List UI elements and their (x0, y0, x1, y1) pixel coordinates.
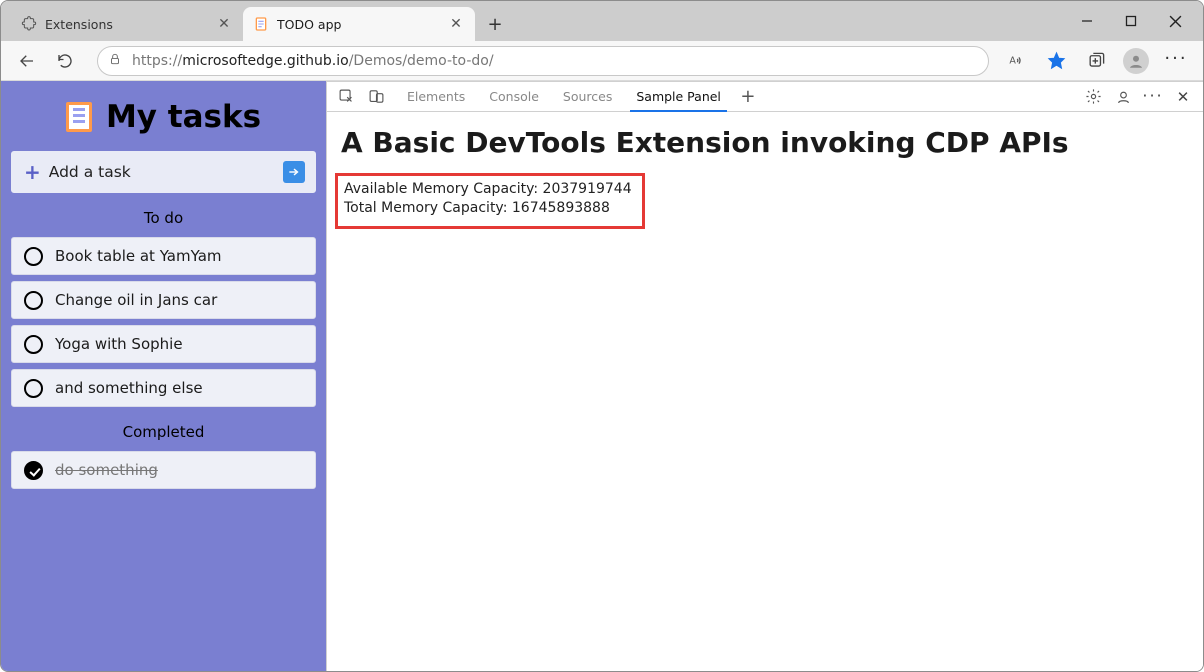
read-aloud-icon[interactable]: A (999, 45, 1033, 77)
devtools-right-icons: ··· ✕ (1079, 82, 1203, 111)
devtools-more-tabs-button[interactable]: + (733, 82, 763, 111)
content-area: My tasks + Add a task To do Book table a… (1, 81, 1203, 671)
more-menu-icon[interactable]: ··· (1159, 45, 1193, 77)
devtools-tab-sample-panel[interactable]: Sample Panel (624, 82, 733, 111)
mem-available-value: 2037919744 (543, 181, 632, 197)
close-tab-icon[interactable]: ✕ (215, 16, 233, 32)
svg-text:A: A (1009, 56, 1016, 67)
devtools-more-icon[interactable]: ··· (1139, 83, 1167, 111)
address-bar[interactable]: https://microsoftedge.github.io/Demos/de… (97, 46, 989, 76)
collections-icon[interactable] (1079, 45, 1113, 77)
plus-icon: + (24, 160, 41, 184)
todo-app: My tasks + Add a task To do Book table a… (1, 81, 326, 671)
panel-heading: A Basic DevTools Extension invoking CDP … (341, 126, 1189, 159)
mem-total-label: Total Memory Capacity: (344, 200, 512, 216)
minimize-button[interactable] (1065, 1, 1109, 41)
add-task-input[interactable]: + Add a task (11, 151, 316, 193)
add-task-submit-button[interactable] (283, 161, 305, 183)
task-item[interactable]: Yoga with Sophie (11, 325, 316, 363)
devtools-tabbar: Elements Console Sources Sample Panel + … (327, 82, 1203, 112)
task-checkbox[interactable] (24, 379, 43, 398)
completed-list: do something (11, 451, 316, 489)
task-label: Book table at YamYam (55, 247, 222, 265)
task-checkbox[interactable] (24, 335, 43, 354)
notes-icon (66, 102, 92, 132)
task-label: and something else (55, 379, 203, 397)
section-todo-label: To do (11, 209, 316, 227)
task-item[interactable]: Change oil in Jans car (11, 281, 316, 319)
document-icon (253, 16, 269, 32)
task-item[interactable]: Book table at YamYam (11, 237, 316, 275)
task-label: do something (55, 461, 158, 479)
close-tab-icon[interactable]: ✕ (447, 16, 465, 32)
tabstrip: Extensions ✕ TODO app ✕ + (1, 1, 1065, 41)
task-item[interactable]: and something else (11, 369, 316, 407)
favorite-star-icon[interactable] (1039, 45, 1073, 77)
tab-title: TODO app (277, 17, 439, 32)
page-title-text: My tasks (106, 99, 261, 135)
devtools-panel-content: A Basic DevTools Extension invoking CDP … (327, 112, 1203, 671)
task-label: Change oil in Jans car (55, 291, 217, 309)
mem-total-value: 16745893888 (512, 200, 610, 216)
puzzle-icon (21, 16, 37, 32)
close-window-button[interactable] (1153, 1, 1197, 41)
browser-window: Extensions ✕ TODO app ✕ + (0, 0, 1204, 672)
task-item-completed[interactable]: do something (11, 451, 316, 489)
mem-available-row: Available Memory Capacity: 2037919744 (344, 180, 632, 199)
window-controls (1065, 1, 1203, 41)
inspect-element-icon[interactable] (333, 84, 359, 110)
titlebar: Extensions ✕ TODO app ✕ + (1, 1, 1203, 41)
task-checkbox[interactable] (24, 291, 43, 310)
settings-gear-icon[interactable] (1079, 83, 1107, 111)
section-completed-label: Completed (11, 423, 316, 441)
devtools-tab-sources[interactable]: Sources (551, 82, 624, 111)
task-label: Yoga with Sophie (55, 335, 183, 353)
new-tab-button[interactable]: + (481, 10, 509, 38)
tab-title: Extensions (45, 17, 207, 32)
devtools-tab-console[interactable]: Console (477, 82, 551, 111)
feedback-icon[interactable] (1109, 83, 1137, 111)
todo-list: Book table at YamYam Change oil in Jans … (11, 237, 316, 407)
devtools-tabs: Elements Console Sources Sample Panel (395, 82, 733, 111)
devtools-tab-elements[interactable]: Elements (395, 82, 477, 111)
tab-extensions[interactable]: Extensions ✕ (11, 7, 243, 41)
devtools-left-icons (327, 82, 395, 111)
tab-todo-app[interactable]: TODO app ✕ (243, 7, 475, 41)
mem-available-label: Available Memory Capacity: (344, 181, 543, 197)
profile-avatar[interactable] (1119, 45, 1153, 77)
page-title: My tasks (11, 99, 316, 135)
add-task-placeholder: Add a task (49, 163, 283, 181)
maximize-button[interactable] (1109, 1, 1153, 41)
mem-total-row: Total Memory Capacity: 16745893888 (344, 199, 632, 218)
device-toolbar-icon[interactable] (363, 84, 389, 110)
task-checkbox-checked[interactable] (24, 461, 43, 480)
back-button[interactable] (11, 45, 43, 77)
devtools-panel: Elements Console Sources Sample Panel + … (326, 81, 1203, 671)
lock-icon (108, 52, 122, 70)
navbar: https://microsoftedge.github.io/Demos/de… (1, 41, 1203, 81)
refresh-button[interactable] (49, 45, 81, 77)
url-text: https://microsoftedge.github.io/Demos/de… (132, 53, 978, 69)
devtools-close-icon[interactable]: ✕ (1169, 83, 1197, 111)
task-checkbox[interactable] (24, 247, 43, 266)
memory-highlight-box: Available Memory Capacity: 2037919744 To… (335, 173, 645, 229)
